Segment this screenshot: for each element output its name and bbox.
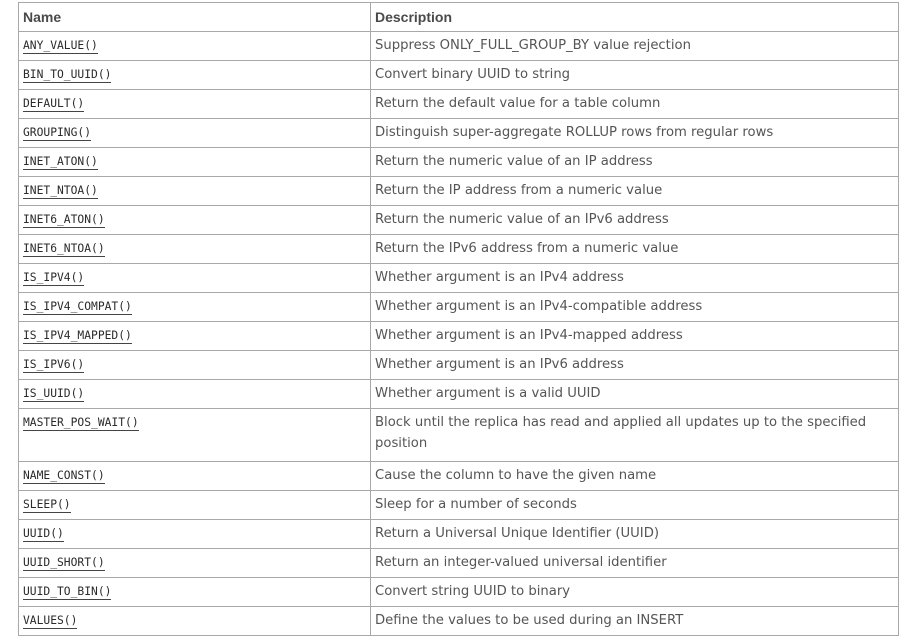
function-link[interactable]: SLEEP(): [23, 498, 71, 513]
function-link[interactable]: UUID(): [23, 527, 64, 542]
function-link[interactable]: INET6_NTOA(): [23, 242, 105, 257]
function-description: Convert string UUID to binary: [370, 577, 899, 607]
table-row: INET6_ATON() Return the numeric value of…: [18, 205, 899, 235]
function-description: Return the numeric value of an IP addres…: [370, 147, 899, 177]
table-row: BIN_TO_UUID() Convert binary UUID to str…: [18, 60, 899, 90]
function-link[interactable]: IS_IPV6(): [23, 358, 85, 373]
function-link[interactable]: IS_IPV4_COMPAT(): [23, 300, 132, 315]
function-link[interactable]: IS_UUID(): [23, 387, 85, 402]
functions-table: Name Description ANY_VALUE() Suppress ON…: [18, 2, 899, 636]
function-link[interactable]: INET_ATON(): [23, 155, 98, 170]
function-description: Return an integer-valued universal ident…: [370, 548, 899, 578]
table-row: IS_IPV4_MAPPED() Whether argument is an …: [18, 321, 899, 351]
column-header-name: Name: [18, 2, 371, 32]
function-description: Distinguish super-aggregate ROLLUP rows …: [370, 118, 899, 148]
function-description: Return a Universal Unique Identifier (UU…: [370, 519, 899, 549]
function-link[interactable]: DEFAULT(): [23, 97, 85, 112]
table-row: IS_IPV4_COMPAT() Whether argument is an …: [18, 292, 899, 322]
function-link[interactable]: INET6_ATON(): [23, 213, 105, 228]
function-description: Return the numeric value of an IPv6 addr…: [370, 205, 899, 235]
function-description: Convert binary UUID to string: [370, 60, 899, 90]
function-description: Return the IPv6 address from a numeric v…: [370, 234, 899, 264]
function-description: Sleep for a number of seconds: [370, 490, 899, 520]
table-row: DEFAULT() Return the default value for a…: [18, 89, 899, 119]
function-description: Whether argument is a valid UUID: [370, 379, 899, 409]
table-row: UUID() Return a Universal Unique Identif…: [18, 519, 899, 549]
table-row: MASTER_POS_WAIT() Block until the replic…: [18, 408, 899, 462]
function-link[interactable]: BIN_TO_UUID(): [23, 68, 112, 83]
table-row: UUID_SHORT() Return an integer-valued un…: [18, 548, 899, 578]
table-header-row: Name Description: [18, 2, 899, 32]
table-row: INET_ATON() Return the numeric value of …: [18, 147, 899, 177]
table-row: IS_UUID() Whether argument is a valid UU…: [18, 379, 899, 409]
function-link[interactable]: IS_IPV4(): [23, 271, 85, 286]
function-description: Block until the replica has read and app…: [370, 408, 899, 462]
table-row: INET_NTOA() Return the IP address from a…: [18, 176, 899, 206]
function-link[interactable]: NAME_CONST(): [23, 469, 105, 484]
table-row: VALUES() Define the values to be used du…: [18, 606, 899, 636]
function-link[interactable]: GROUPING(): [23, 126, 92, 141]
table-row: IS_IPV6() Whether argument is an IPv6 ad…: [18, 350, 899, 380]
function-description: Whether argument is an IPv4-mapped addre…: [370, 321, 899, 351]
function-link[interactable]: MASTER_POS_WAIT(): [23, 416, 139, 431]
function-description: Suppress ONLY_FULL_GROUP_BY value reject…: [370, 31, 899, 61]
function-description: Define the values to be used during an I…: [370, 606, 899, 636]
table-row: NAME_CONST() Cause the column to have th…: [18, 461, 899, 491]
function-description: Whether argument is an IPv4-compatible a…: [370, 292, 899, 322]
function-link[interactable]: IS_IPV4_MAPPED(): [23, 329, 132, 344]
function-description: Whether argument is an IPv6 address: [370, 350, 899, 380]
function-link[interactable]: VALUES(): [23, 614, 78, 629]
table-row: GROUPING() Distinguish super-aggregate R…: [18, 118, 899, 148]
table-row: INET6_NTOA() Return the IPv6 address fro…: [18, 234, 899, 264]
function-link[interactable]: ANY_VALUE(): [23, 39, 98, 54]
function-description: Cause the column to have the given name: [370, 461, 899, 491]
function-description: Whether argument is an IPv4 address: [370, 263, 899, 293]
table-row: IS_IPV4() Whether argument is an IPv4 ad…: [18, 263, 899, 293]
function-description: Return the default value for a table col…: [370, 89, 899, 119]
column-header-description: Description: [370, 2, 899, 32]
function-link[interactable]: INET_NTOA(): [23, 184, 98, 199]
table-row: UUID_TO_BIN() Convert string UUID to bin…: [18, 577, 899, 607]
function-description: Return the IP address from a numeric val…: [370, 176, 899, 206]
function-link[interactable]: UUID_SHORT(): [23, 556, 105, 571]
table-row: ANY_VALUE() Suppress ONLY_FULL_GROUP_BY …: [18, 31, 899, 61]
table-row: SLEEP() Sleep for a number of seconds: [18, 490, 899, 520]
function-link[interactable]: UUID_TO_BIN(): [23, 585, 112, 600]
